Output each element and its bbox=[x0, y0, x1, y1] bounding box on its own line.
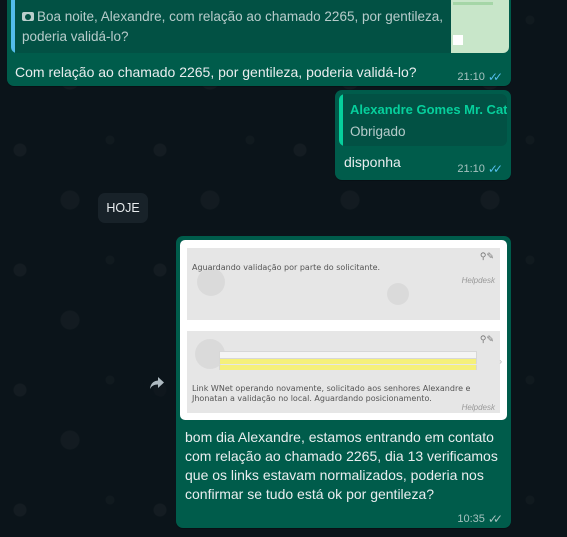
message-meta: 10:35 ✓✓ bbox=[457, 512, 503, 526]
status-table bbox=[219, 351, 477, 371]
quoted-image-thumbnail bbox=[451, 0, 509, 53]
message-text: bom dia Alexandre, estamos entrando em c… bbox=[185, 429, 498, 502]
quoted-text: Obrigado bbox=[350, 124, 406, 139]
quoted-message[interactable]: Alexandre Gomes Mr. Cat Obrigado bbox=[339, 94, 507, 146]
helpdesk-panel: ⚲✎ › Link WNet operando novamente, solic… bbox=[187, 331, 502, 413]
panel-text: Link WNet operando novamente, solicitado… bbox=[192, 384, 471, 403]
message-text: Com relação ao chamado 2265, por gentile… bbox=[15, 64, 417, 80]
quote-accent-bar bbox=[11, 0, 15, 53]
double-check-icon: ✓✓ bbox=[487, 162, 503, 176]
edit-icon: ⚲✎ bbox=[479, 251, 494, 261]
message-meta: 21:10 ✓✓ bbox=[457, 162, 503, 176]
quoted-author: Alexandre Gomes Mr. Cat bbox=[350, 102, 507, 117]
message-time: 21:10 bbox=[457, 71, 485, 83]
outgoing-message[interactable]: Boa noite, Alexandre, com relação ao cha… bbox=[7, 0, 511, 86]
outgoing-message[interactable]: ⚲✎ Aguardando validação por parte do sol… bbox=[176, 236, 511, 528]
edit-icon: ⚲✎ bbox=[479, 334, 494, 344]
message-time: 10:35 bbox=[457, 513, 485, 525]
panel-footer: Helpdesk bbox=[461, 403, 495, 412]
message-time: 21:10 bbox=[457, 163, 485, 175]
date-divider: HOJE bbox=[98, 193, 148, 223]
panel-footer: Helpdesk bbox=[461, 276, 495, 285]
helpdesk-panel: ⚲✎ Aguardando validação por parte do sol… bbox=[187, 248, 500, 320]
outgoing-message[interactable]: Alexandre Gomes Mr. Cat Obrigado disponh… bbox=[335, 90, 511, 180]
camera-icon bbox=[22, 12, 34, 21]
quote-accent-bar bbox=[339, 94, 343, 146]
panel-text: Aguardando validação por parte do solici… bbox=[192, 263, 381, 272]
double-check-icon: ✓✓ bbox=[487, 70, 503, 84]
message-meta: 21:10 ✓✓ bbox=[457, 70, 503, 84]
forward-icon[interactable] bbox=[143, 369, 171, 397]
chevron-right-icon: › bbox=[499, 357, 502, 366]
message-image[interactable]: ⚲✎ Aguardando validação por parte do sol… bbox=[180, 240, 507, 420]
quoted-text: Boa noite, Alexandre, com relação ao cha… bbox=[22, 9, 444, 44]
quoted-message[interactable]: Boa noite, Alexandre, com relação ao cha… bbox=[11, 0, 509, 53]
message-text: disponha bbox=[344, 154, 401, 170]
double-check-icon: ✓✓ bbox=[487, 512, 503, 526]
